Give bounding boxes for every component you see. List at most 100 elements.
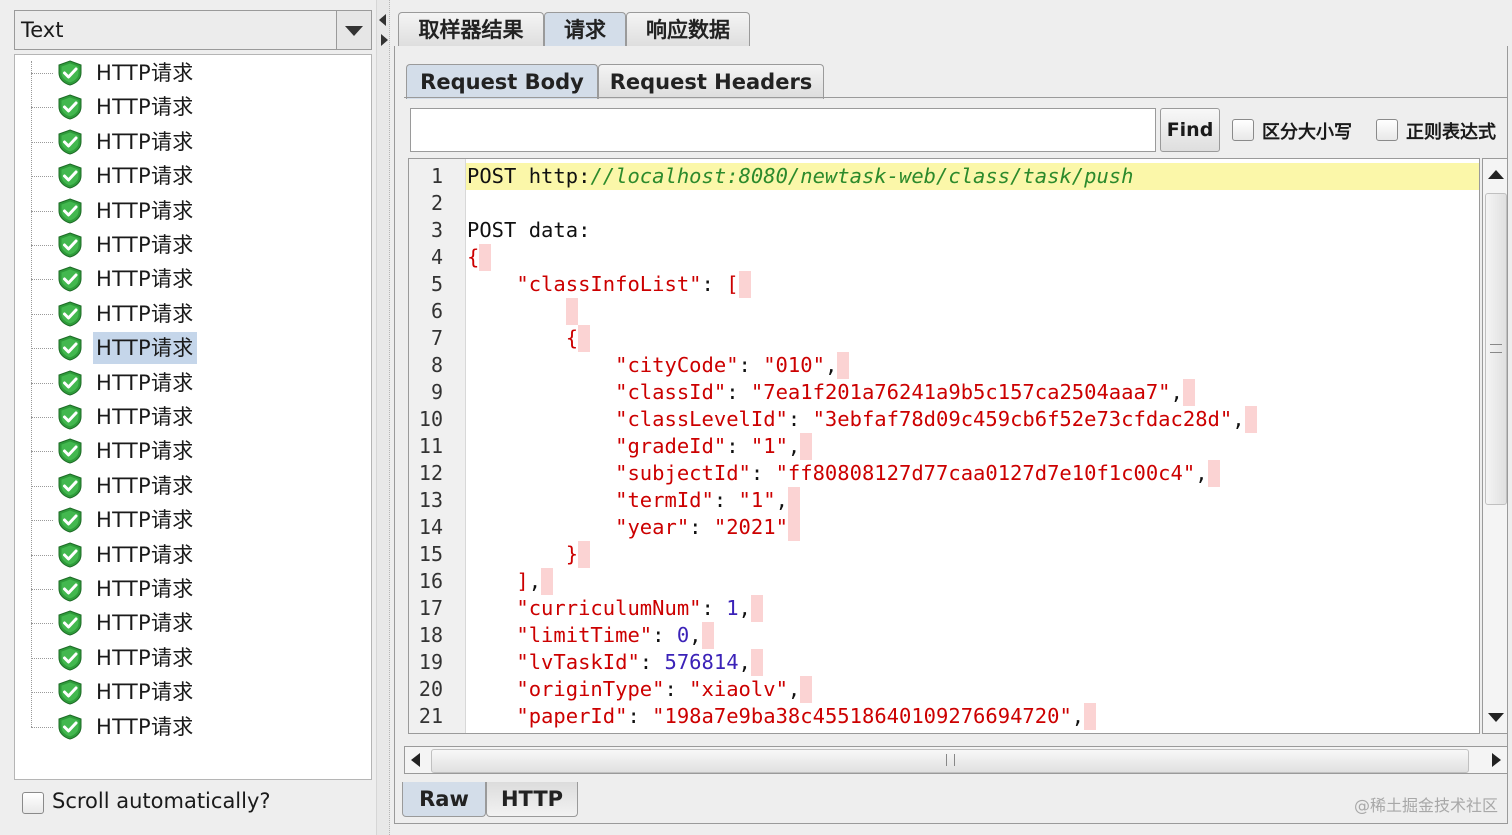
code-line-7: { (467, 325, 591, 352)
tab-raw[interactable]: Raw (402, 782, 486, 817)
line-number: 7 (430, 326, 443, 350)
tree-item[interactable]: HTTP请求 (15, 401, 355, 433)
success-shield-icon (58, 129, 82, 155)
line-number: 19 (418, 650, 443, 674)
tree-item-label: HTTP请求 (96, 198, 194, 223)
tree-connector (31, 382, 53, 384)
line-number: 16 (418, 569, 443, 593)
tree-item[interactable]: HTTP请求 (15, 298, 355, 330)
tab-request-body[interactable]: Request Body (406, 64, 598, 99)
tree-item[interactable]: HTTP请求 (15, 195, 355, 227)
horizontal-scroll-thumb[interactable] (431, 749, 1469, 773)
tree-item[interactable]: HTTP请求 (15, 367, 355, 399)
tree-item[interactable]: HTTP请求 (15, 332, 355, 365)
url-path: //localhost:8080/newtask-web/class/task/… (590, 164, 1134, 188)
tree-item-label: HTTP请求 (96, 61, 194, 85)
regex-option[interactable]: 正则表达式 (1376, 118, 1506, 143)
tree-item[interactable]: HTTP请求 (15, 229, 355, 261)
tree-item[interactable]: HTTP请求 (15, 676, 355, 708)
vertical-scrollbar[interactable] (1482, 158, 1508, 734)
tree-connector (31, 726, 53, 728)
tree-item[interactable]: HTTP请求 (15, 711, 355, 743)
results-tree[interactable]: HTTP请求 HTTP请求 HTTP请求 HTTP请求 HTTP请求 HTTP请求 HTTP… (14, 54, 372, 780)
line-number: 12 (418, 461, 443, 485)
view-type-select[interactable]: Text (14, 10, 372, 50)
dropdown-button[interactable] (336, 11, 371, 49)
line-number: 2 (430, 191, 443, 215)
tab-request-headers[interactable]: Request Headers (598, 64, 824, 99)
code-line-9: "classId": "7ea1f201a76241a9b5c157ca2504… (467, 379, 1195, 406)
code-line-13: "termId": "1", (467, 487, 800, 514)
case-sensitive-label: 区分大小写 (1262, 122, 1352, 143)
tree-item[interactable]: HTTP请求 (15, 263, 355, 295)
line-number: 10 (418, 407, 443, 431)
tree-item-label: HTTP请求 (96, 645, 194, 670)
tree-item[interactable]: HTTP请求 (15, 642, 355, 674)
collapse-left-icon[interactable] (379, 14, 386, 26)
tree-item[interactable]: HTTP请求 (15, 435, 355, 467)
line-number: 15 (418, 542, 443, 566)
tab-request[interactable]: 请求 (544, 12, 626, 49)
find-button[interactable]: Find (1160, 108, 1220, 152)
search-input[interactable] (410, 108, 1156, 152)
request-body-editor[interactable]: 1 2 3 4 5 6 7 8 9 10 11 12 13 14 15 16 17 18 19 20 21 POST h… (408, 158, 1480, 734)
post-data-label: POST data: (467, 218, 591, 242)
collapse-right-icon[interactable] (381, 34, 388, 46)
vertical-scroll-thumb[interactable] (1485, 193, 1507, 505)
tree-item[interactable]: HTTP请求 (15, 504, 355, 536)
tree-item-label: HTTP请求 (96, 233, 194, 257)
tree-item[interactable]: HTTP请求 (15, 126, 355, 158)
tree-item-label: HTTP请求 (96, 577, 194, 601)
code-line-19: "lvTaskId": 576814, (467, 649, 763, 676)
tree-item[interactable]: HTTP请求 (15, 607, 355, 639)
tree-item-label: HTTP请求 (96, 611, 194, 636)
line-number: 20 (418, 677, 443, 701)
tree-item[interactable]: HTTP请求 (15, 539, 355, 571)
tab-response-data[interactable]: 响应数据 (626, 12, 750, 49)
tree-item[interactable]: HTTP请求 (15, 57, 355, 89)
scroll-left-icon[interactable] (411, 753, 420, 767)
line-number: 3 (430, 218, 443, 242)
scroll-automatically-option[interactable]: Scroll automatically? (14, 784, 372, 824)
success-shield-icon (58, 473, 82, 499)
view-type-value: Text (21, 18, 64, 42)
tab-sampler-result[interactable]: 取样器结果 (398, 12, 544, 49)
grip-icon (1490, 344, 1502, 353)
success-shield-icon (58, 610, 82, 636)
scroll-right-icon[interactable] (1492, 753, 1501, 767)
code-line-18: "limitTime": 0, (467, 622, 714, 649)
tree-connector (31, 589, 53, 590)
tab-http[interactable]: HTTP (486, 782, 578, 817)
code-line-6 (467, 298, 578, 325)
regex-checkbox[interactable] (1376, 119, 1398, 141)
success-shield-icon (58, 679, 82, 705)
panel-splitter[interactable] (376, 0, 390, 835)
tree-item-label: HTTP请求 (96, 439, 194, 464)
left-panel: Text HTTP请求 HTTP请求 HTTP请求 HTTP请求 HTTP请求 HTTP请… (0, 0, 378, 835)
tree-item-label: HTTP请求 (96, 680, 194, 705)
success-shield-icon (58, 232, 82, 258)
success-shield-icon (58, 438, 82, 464)
scroll-down-icon[interactable] (1488, 713, 1504, 722)
line-number: 9 (430, 380, 443, 404)
line-number: 21 (418, 704, 443, 728)
success-shield-icon (58, 645, 82, 671)
horizontal-scrollbar[interactable] (404, 746, 1508, 774)
line-number: 18 (418, 623, 443, 647)
tree-item[interactable]: HTTP请求 (15, 160, 355, 192)
line-number: 17 (418, 596, 443, 620)
tree-item[interactable]: HTTP请求 (15, 91, 355, 123)
code-line-20: "originType": "xiaolv", (467, 676, 813, 703)
line-number: 11 (418, 434, 443, 458)
success-shield-icon (58, 163, 82, 189)
scroll-up-icon[interactable] (1488, 170, 1504, 179)
tree-item-label: HTTP请求 (96, 405, 194, 429)
tree-item[interactable]: HTTP请求 (15, 470, 355, 502)
code-line-21: "paperId": "198a7e9ba38c4551864010927669… (467, 703, 1097, 730)
tree-item[interactable]: HTTP请求 (15, 573, 355, 605)
scroll-automatically-checkbox[interactable] (22, 792, 44, 814)
tree-connector (31, 107, 53, 109)
right-panel: 取样器结果 请求 响应数据 Request Body Request Heade… (390, 0, 1512, 835)
case-sensitive-checkbox[interactable] (1232, 119, 1254, 141)
case-sensitive-option[interactable]: 区分大小写 (1232, 118, 1362, 143)
